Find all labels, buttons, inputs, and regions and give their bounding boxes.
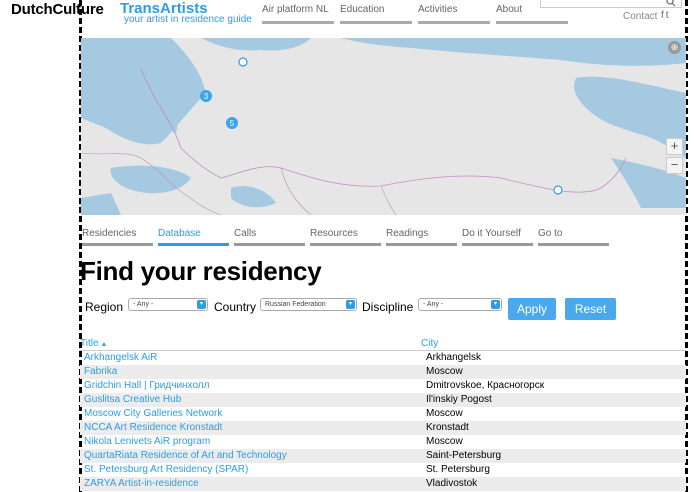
table-row: Fabrika Moscow (80, 365, 686, 379)
table-row: St. Petersburg Art Residency (SPAR) St. P… (80, 463, 686, 477)
column-title[interactable]: Title ▲ (80, 338, 107, 349)
residency-link[interactable]: St. Petersburg Art Residency (SPAR) (84, 463, 248, 477)
tab-resources[interactable]: Resources (310, 228, 381, 246)
table-row: NCCA Art Residence Kronstadt Kronstadt (80, 421, 686, 435)
residency-link[interactable]: ZARYA Artist-in-residence (84, 477, 199, 491)
table-header: Title ▲ City (80, 338, 686, 351)
city-cell: Moscow (426, 366, 463, 377)
residency-link[interactable]: Gridchin Hall | Гридчинхолл (84, 379, 209, 393)
map-marker[interactable] (238, 57, 248, 67)
residency-link[interactable]: Moscow City Galleries Network (84, 407, 222, 421)
contact-link[interactable]: Contact (623, 11, 657, 22)
city-cell: Saint-Petersburg (426, 450, 502, 461)
tab-residencies[interactable]: Residencies (82, 228, 153, 246)
tab-go-to[interactable]: Go to (538, 228, 609, 246)
table-row: Moscow City Galleries Network Moscow (80, 407, 686, 421)
apply-button[interactable]: Apply (508, 298, 556, 320)
residency-link[interactable]: NCCA Art Residence Kronstadt (84, 421, 222, 435)
tab-readings[interactable]: Readings (386, 228, 457, 246)
tab-do-it-yourself[interactable]: Do it Yourself (462, 228, 533, 246)
reset-button[interactable]: Reset (565, 298, 616, 320)
nav-item-education[interactable]: Education (340, 4, 412, 24)
table-row: Nikola Lenivets AiR program Moscow (80, 435, 686, 449)
discipline-select[interactable]: - Any - ▾ (418, 298, 502, 311)
city-cell: Il'inskiy Pogost (426, 394, 492, 405)
residency-link[interactable]: Nikola Lenivets AiR program (84, 435, 210, 449)
tab-database[interactable]: Database (158, 228, 229, 246)
column-city[interactable]: City (421, 338, 438, 349)
table-row: Guslitsa Creative Hub Il'inskiy Pogost (80, 393, 686, 407)
table-row: QuartaRiata Residence of Art and Technol… (80, 449, 686, 463)
country-select[interactable]: Russian Federation ▾ (260, 298, 357, 311)
residency-link[interactable]: Guslitsa Creative Hub (84, 393, 181, 407)
discipline-label: Discipline (362, 300, 414, 314)
city-cell: Vladivostok (426, 478, 478, 489)
globe-icon[interactable]: ⊕ (668, 41, 681, 54)
residency-link[interactable]: Arkhangelsk AiR (84, 351, 157, 365)
logo-dutchculture[interactable]: DutchCulture (11, 1, 104, 18)
chevron-down-icon: ▾ (491, 300, 500, 309)
tab-calls[interactable]: Calls (234, 228, 305, 246)
page-title: Find your residency (80, 256, 322, 286)
sort-asc-icon: ▲ (98, 341, 108, 348)
zoom-controls: + − (666, 138, 683, 176)
svg-text:3: 3 (204, 92, 209, 101)
city-cell: Moscow (426, 408, 463, 419)
city-cell: Dmitrovskoe, Красногорск (426, 380, 545, 391)
residency-link[interactable]: Fabrika (84, 365, 117, 379)
search-input[interactable] (540, 0, 682, 8)
city-cell: Kronstadt (426, 422, 469, 433)
search-icon[interactable] (666, 0, 676, 7)
chevron-down-icon: ▾ (346, 300, 355, 309)
city-cell: St. Petersburg (426, 464, 490, 475)
country-label: Country (214, 300, 257, 314)
residency-map[interactable]: 3 5 (81, 38, 686, 215)
social-icons: ft (661, 10, 671, 21)
twitter-icon[interactable]: t (666, 10, 671, 21)
region-select[interactable]: - Any - ▾ (128, 298, 208, 311)
map-marker-vladivostok[interactable] (553, 185, 563, 195)
nav-item-activities[interactable]: Activities (418, 4, 490, 24)
residency-table: Arkhangelsk AiR Arkhangelsk Fabrika Moscow… (80, 351, 686, 491)
tagline: your artist in residence guide (124, 14, 252, 25)
svg-text:5: 5 (230, 119, 235, 128)
chevron-down-icon: ▾ (197, 300, 206, 309)
nav-item-air-platform[interactable]: Air platform NL (262, 4, 334, 24)
table-row: ZARYA Artist-in-residence Vladivostok (80, 477, 686, 491)
zoom-out-button[interactable]: − (666, 157, 683, 174)
residency-link[interactable]: QuartaRiata Residence of Art and Technol… (84, 449, 287, 463)
table-row: Arkhangelsk AiR Arkhangelsk (80, 351, 686, 365)
city-cell: Arkhangelsk (426, 352, 482, 363)
zoom-in-button[interactable]: + (666, 138, 683, 155)
table-row: Gridchin Hall | Гридчинхолл Dmitrovskoe, … (80, 379, 686, 393)
sub-nav: Residencies Database Calls Resources Rea… (82, 228, 614, 246)
region-label: Region (85, 300, 124, 314)
city-cell: Moscow (426, 436, 463, 447)
top-nav: Air platform NL Education Activities Abo… (262, 4, 574, 24)
